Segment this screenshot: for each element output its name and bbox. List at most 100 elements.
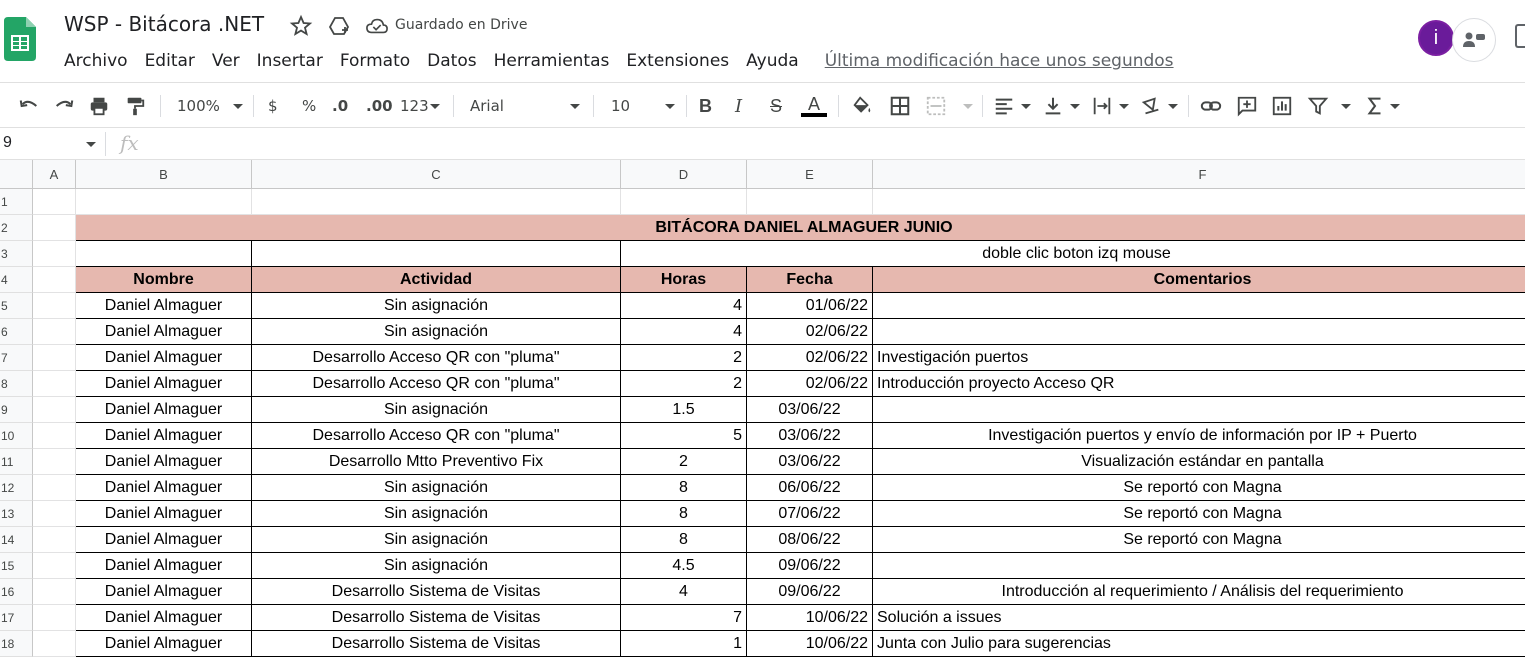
menu-help[interactable]: Ayuda xyxy=(746,51,799,71)
cell[interactable] xyxy=(33,371,76,397)
menu-edit[interactable]: Editar xyxy=(145,51,195,71)
cell-nombre[interactable]: Daniel Almaguer xyxy=(76,397,252,423)
header-horas[interactable]: Horas xyxy=(621,267,747,293)
print-button[interactable] xyxy=(88,94,110,118)
cell-horas[interactable]: 2 xyxy=(621,345,747,371)
cell-actividad[interactable]: Desarrollo Sistema de Visitas xyxy=(252,605,621,631)
cell[interactable] xyxy=(33,319,76,345)
row-header[interactable]: 5 xyxy=(0,293,33,319)
cell-comentarios[interactable]: Se reportó con Magna xyxy=(873,527,1525,553)
cloud-saved-icon[interactable] xyxy=(366,16,388,36)
cell[interactable] xyxy=(76,241,252,267)
cell-horas[interactable]: 2 xyxy=(621,449,747,475)
cell[interactable] xyxy=(33,605,76,631)
row-header[interactable]: 13 xyxy=(0,501,33,527)
menu-tools[interactable]: Herramientas xyxy=(494,51,610,71)
cell-nombre[interactable]: Daniel Almaguer xyxy=(76,475,252,501)
text-rotation-button[interactable] xyxy=(1140,94,1178,118)
row-header[interactable]: 11 xyxy=(0,449,33,475)
cell[interactable] xyxy=(33,189,76,215)
cell-actividad[interactable]: Desarrollo Acceso QR con "pluma" xyxy=(252,371,621,397)
cell-fecha[interactable]: 09/06/22 xyxy=(747,553,873,579)
cell-fecha[interactable]: 10/06/22 xyxy=(747,631,873,657)
cell-actividad[interactable]: Desarrollo Acceso QR con "pluma" xyxy=(252,423,621,449)
cell-nombre[interactable]: Daniel Almaguer xyxy=(76,631,252,657)
cell-actividad[interactable]: Sin asignación xyxy=(252,501,621,527)
cell[interactable] xyxy=(33,267,76,293)
document-title[interactable]: WSP - Bitácora .NET xyxy=(64,12,264,36)
cell-horas[interactable]: 8 xyxy=(621,527,747,553)
select-all-corner[interactable] xyxy=(0,160,33,189)
font-select[interactable]: Arial xyxy=(470,94,580,118)
cell[interactable] xyxy=(747,189,873,215)
column-header-f[interactable]: F xyxy=(873,160,1525,189)
row-header[interactable]: 14 xyxy=(0,527,33,553)
insert-link-button[interactable] xyxy=(1200,94,1222,118)
row-header[interactable]: 8 xyxy=(0,371,33,397)
cell-fecha[interactable]: 02/06/22 xyxy=(747,319,873,345)
cell-actividad[interactable]: Sin asignación xyxy=(252,475,621,501)
spreadsheet-grid[interactable]: A B C D E F 1 2 3 4 5 6 7 8 9 10 11 12 13 14 15 16 17 18 BITÁCOR… xyxy=(0,160,1525,660)
cell-fecha[interactable]: 10/06/22 xyxy=(747,605,873,631)
decrease-decimals-button[interactable]: .0 xyxy=(332,94,348,118)
cell[interactable] xyxy=(621,189,747,215)
row-header[interactable]: 7 xyxy=(0,345,33,371)
cell-nombre[interactable]: Daniel Almaguer xyxy=(76,319,252,345)
comments-icon[interactable] xyxy=(1515,24,1525,48)
cell-comentarios[interactable]: Se reportó con Magna xyxy=(873,475,1525,501)
redo-button[interactable] xyxy=(53,94,75,118)
cell[interactable] xyxy=(33,553,76,579)
vertical-align-button[interactable] xyxy=(1042,94,1080,118)
menu-insert[interactable]: Insertar xyxy=(257,51,323,71)
cell-nombre[interactable]: Daniel Almaguer xyxy=(76,345,252,371)
cell-horas[interactable]: 7 xyxy=(621,605,747,631)
cell-horas[interactable]: 4 xyxy=(621,293,747,319)
name-box[interactable]: 9 xyxy=(3,134,12,152)
more-formats-select[interactable]: 123 xyxy=(400,94,440,118)
cell[interactable] xyxy=(33,215,76,241)
cell-horas[interactable]: 2 xyxy=(621,371,747,397)
cell-actividad[interactable]: Sin asignación xyxy=(252,553,621,579)
cell-actividad[interactable]: Desarrollo Sistema de Visitas xyxy=(252,579,621,605)
column-header-a[interactable]: A xyxy=(33,160,76,189)
header-actividad[interactable]: Actividad xyxy=(252,267,621,293)
cell-fecha[interactable]: 01/06/22 xyxy=(747,293,873,319)
menu-extensions[interactable]: Extensiones xyxy=(626,51,729,71)
cell-actividad[interactable]: Sin asignación xyxy=(252,293,621,319)
row-header[interactable]: 15 xyxy=(0,553,33,579)
cell-actividad[interactable]: Sin asignación xyxy=(252,319,621,345)
cell[interactable] xyxy=(33,631,76,657)
cell-nombre[interactable]: Daniel Almaguer xyxy=(76,605,252,631)
increase-decimals-button[interactable]: .00 xyxy=(366,94,393,118)
italic-button[interactable]: I xyxy=(735,94,742,118)
row-header[interactable]: 2 xyxy=(0,215,33,241)
cell-comentarios[interactable] xyxy=(873,319,1525,345)
fill-color-button[interactable] xyxy=(851,94,873,118)
zoom-select[interactable]: 100% xyxy=(177,94,243,118)
cell-actividad[interactable]: Desarrollo Sistema de Visitas xyxy=(252,631,621,657)
cell-fecha[interactable]: 06/06/22 xyxy=(747,475,873,501)
insert-comment-button[interactable] xyxy=(1236,94,1258,118)
cell-horas[interactable]: 5 xyxy=(621,423,747,449)
insert-chart-button[interactable] xyxy=(1271,94,1293,118)
cell[interactable] xyxy=(33,501,76,527)
last-edit-link[interactable]: Última modificación hace unos segundos xyxy=(825,51,1174,71)
row-header[interactable]: 12 xyxy=(0,475,33,501)
horizontal-align-button[interactable] xyxy=(993,94,1031,118)
cell-comentarios[interactable] xyxy=(873,293,1525,319)
undo-button[interactable] xyxy=(18,94,40,118)
row-header[interactable]: 9 xyxy=(0,397,33,423)
note-cell[interactable]: doble clic boton izq mouse xyxy=(621,241,1525,267)
merge-cells-button[interactable] xyxy=(925,94,973,118)
cell-comentarios[interactable] xyxy=(873,397,1525,423)
cell[interactable] xyxy=(33,397,76,423)
bold-button[interactable]: B xyxy=(699,94,712,118)
cell-actividad[interactable]: Sin asignación xyxy=(252,397,621,423)
cell[interactable] xyxy=(252,189,621,215)
percent-format-button[interactable]: % xyxy=(302,94,316,118)
cell-comentarios[interactable]: Solución a issues xyxy=(873,605,1525,631)
cell-comentarios[interactable]: Investigación puertos y envío de informa… xyxy=(873,423,1525,449)
row-header[interactable]: 1 xyxy=(0,189,33,215)
save-status[interactable]: Guardado en Drive xyxy=(395,17,527,33)
paint-format-button[interactable] xyxy=(124,94,146,118)
